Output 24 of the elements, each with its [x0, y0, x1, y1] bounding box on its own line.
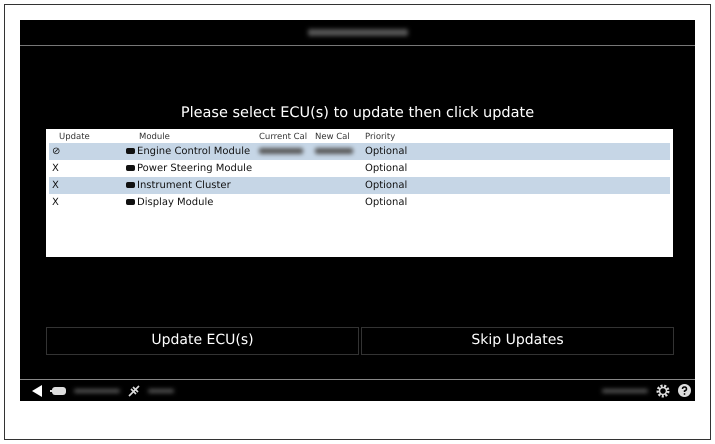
column-header: New Cal [315, 130, 351, 143]
column-header: Current Cal [259, 130, 308, 143]
table-row[interactable]: X Display Module Optional [49, 194, 670, 211]
module-name: Display Module [137, 196, 214, 210]
column-header: Priority [365, 130, 396, 143]
update-mark: X [51, 178, 60, 193]
action-button[interactable]: Skip Updates [361, 326, 674, 355]
update-mark: X [51, 162, 60, 176]
priority-cell-text: Optional [365, 162, 408, 176]
instruction-heading: Please select ECU(s) to update then click update [180, 104, 536, 123]
table-row[interactable]: X Instrument Cluster Optional [49, 176, 670, 194]
priority-cell-text: Optional [365, 144, 408, 159]
table-row[interactable]: ⊘ Engine Control Module Optional [49, 142, 670, 160]
priority-cell-text: Optional [365, 178, 408, 193]
column-header: Update [58, 130, 91, 143]
update-mark: X [51, 196, 60, 210]
action-button[interactable]: Update ECU(s) [46, 326, 359, 355]
update-mark: ⊘ [51, 144, 62, 159]
module-name: Instrument Cluster [137, 178, 231, 193]
column-header: Module [138, 130, 171, 143]
module-name: Power Steering Module [137, 162, 252, 176]
priority-cell-text: Optional [365, 196, 408, 210]
module-name: Engine Control Module [137, 144, 250, 159]
table-row[interactable]: X Power Steering Module Optional [49, 160, 670, 177]
